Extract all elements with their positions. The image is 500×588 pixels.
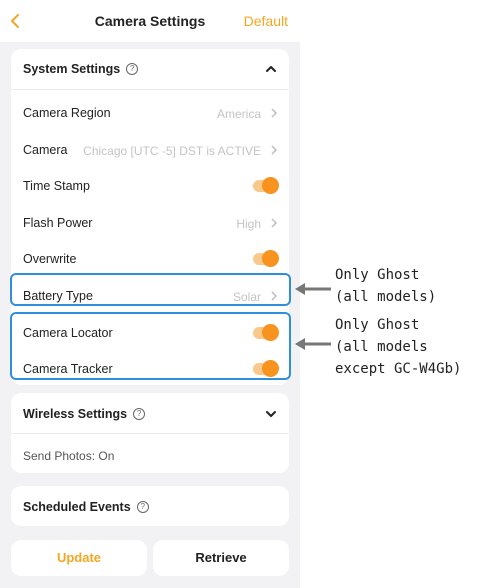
- row-camera-region[interactable]: Camera Region America: [11, 95, 289, 131]
- row-time-stamp: Time Stamp: [11, 168, 289, 204]
- update-button[interactable]: Update: [11, 540, 147, 576]
- note-line: (all models: [335, 339, 428, 355]
- chevron-right-icon: [271, 218, 278, 228]
- chevron-up-icon[interactable]: [265, 63, 277, 75]
- arrow-left-icon: [295, 338, 331, 350]
- scheduled-events-title: Scheduled Events: [23, 500, 131, 514]
- send-photos-status: Send Photos: On: [23, 449, 115, 463]
- scheduled-events-card: Scheduled Events ?: [11, 486, 289, 526]
- system-settings-header[interactable]: System Settings ?: [23, 62, 139, 76]
- toggle-knob: [262, 250, 279, 267]
- chevron-right-icon: [271, 108, 278, 118]
- camera-locator-tracker-highlight: [10, 312, 291, 380]
- overwrite-toggle[interactable]: [253, 250, 279, 267]
- divider: [11, 433, 289, 434]
- row-camera[interactable]: Camera Chicago [UTC -5] DST is ACTIVE: [11, 132, 289, 168]
- row-label: Flash Power: [23, 216, 93, 230]
- annotation-note-2: Only Ghost (all models except GC-W4Gb): [335, 314, 461, 380]
- row-flash-power[interactable]: Flash Power High: [11, 205, 289, 241]
- scheduled-events-header[interactable]: Scheduled Events ?: [23, 500, 149, 514]
- note-line: (all models): [335, 289, 437, 305]
- battery-type-highlight: [10, 273, 291, 306]
- wireless-settings-title: Wireless Settings: [23, 407, 128, 421]
- row-label: Camera: [23, 143, 68, 157]
- row-value: High: [236, 217, 261, 231]
- wireless-settings-header[interactable]: Wireless Settings ?: [23, 407, 146, 421]
- note-line: Only Ghost: [335, 267, 420, 283]
- retrieve-button[interactable]: Retrieve: [153, 540, 289, 576]
- row-overwrite: Overwrite: [11, 241, 289, 277]
- top-bar: Camera Settings Default: [0, 0, 300, 42]
- toggle-knob: [262, 177, 279, 194]
- default-button[interactable]: Default: [244, 13, 288, 29]
- system-settings-title: System Settings: [23, 62, 121, 76]
- note-line: Only Ghost: [335, 317, 420, 333]
- chevron-down-icon[interactable]: [265, 408, 277, 420]
- row-label: Overwrite: [23, 252, 77, 266]
- time-stamp-toggle[interactable]: [253, 177, 279, 194]
- note-line: except GC-W4Gb): [335, 361, 462, 377]
- chevron-right-icon: [271, 145, 278, 155]
- wireless-settings-card: Wireless Settings ? Send Photos: On: [11, 393, 289, 473]
- row-label: Time Stamp: [23, 179, 90, 193]
- help-icon[interactable]: ?: [126, 63, 139, 75]
- divider: [11, 89, 289, 90]
- arrow-left-icon: [295, 283, 331, 295]
- help-icon[interactable]: ?: [136, 501, 149, 513]
- help-icon[interactable]: ?: [133, 408, 146, 420]
- row-value: America: [216, 107, 261, 121]
- row-value: Chicago [UTC -5] DST is ACTIVE: [83, 144, 261, 158]
- row-label: Camera Region: [23, 106, 111, 120]
- annotation-note-1: Only Ghost (all models): [335, 264, 436, 308]
